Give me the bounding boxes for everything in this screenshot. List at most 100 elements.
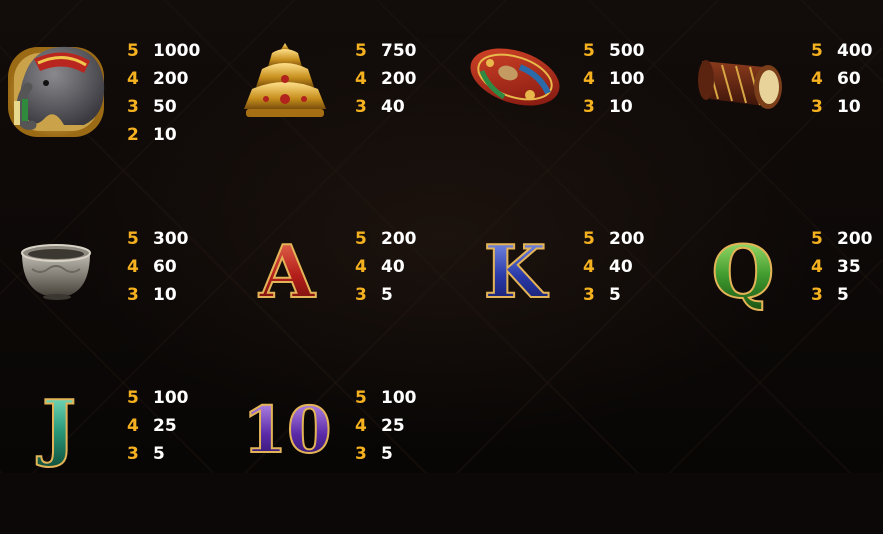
paytable-drum: 5 400 4 60 3 10	[811, 37, 873, 121]
symbol-cell-umbrella: 5 500 4 100 3 10	[456, 37, 676, 187]
match-count: 4	[811, 257, 823, 277]
payout-value: 750	[381, 41, 417, 61]
match-count: 3	[811, 97, 823, 117]
pay-row: 3 10	[583, 93, 645, 121]
payout-value: 60	[837, 69, 861, 89]
pay-row: 35	[127, 440, 189, 468]
payout-value: 50	[153, 97, 177, 117]
match-count: 4	[355, 69, 367, 89]
pay-row: 35	[811, 281, 873, 309]
golden-crown-icon	[232, 37, 338, 143]
pay-row: 5 400	[811, 37, 873, 65]
pay-row: 35	[583, 281, 645, 309]
pay-row: 5 1000	[127, 37, 200, 65]
payout-value: 5	[381, 444, 393, 464]
number-10-icon: 10	[232, 376, 338, 482]
letter-q-icon: Q	[688, 225, 794, 331]
payout-value: 200	[381, 229, 417, 249]
match-count: 3	[583, 285, 595, 305]
letter-k-icon: K	[460, 225, 566, 331]
payout-value: 35	[837, 257, 861, 277]
letter-a-icon: A	[232, 225, 338, 331]
pay-row: 4 40	[355, 253, 417, 281]
paytable-10: 5 100 4 25 35	[355, 384, 417, 468]
pay-row: 5 100	[127, 384, 189, 412]
match-count: 5	[355, 229, 367, 249]
match-count: 5	[127, 229, 139, 249]
match-count: 4	[583, 257, 595, 277]
paytable-a: 5 200 4 40 3 5	[355, 225, 417, 309]
letter-j-glyph: J	[36, 384, 76, 469]
letter-k-glyph: K	[484, 229, 549, 314]
paytable-elephant: 5 1000 4 200 3 50 2 10	[127, 37, 200, 149]
match-count: 5	[355, 41, 367, 61]
payout-value: 25	[153, 416, 177, 436]
match-count: 3	[127, 285, 139, 305]
silver-bowl-icon	[4, 225, 110, 331]
match-count: 3	[355, 285, 367, 305]
payout-value: 25	[381, 416, 405, 436]
payout-value: 5	[609, 285, 621, 305]
match-count: 4	[355, 416, 367, 436]
paytable-q: 5 200 4 35 35	[811, 225, 873, 309]
letter-q-glyph: Q	[712, 229, 775, 314]
symbol-cell-k: K 5 200 4 40 35	[456, 225, 676, 375]
paytable-crown: 5 750 4 200 3 40	[355, 37, 417, 121]
payout-value: 400	[837, 41, 873, 61]
match-count: 4	[583, 69, 595, 89]
match-count: 4	[127, 69, 139, 89]
pay-row: 2 10	[127, 121, 200, 149]
pay-row: 3 10	[811, 93, 873, 121]
pay-row: 5 200	[811, 225, 873, 253]
drum-icon	[688, 37, 794, 143]
painted-umbrella-icon	[460, 37, 566, 143]
pay-row: 5 500	[583, 37, 645, 65]
payout-value: 40	[381, 97, 405, 117]
match-count: 5	[355, 388, 367, 408]
match-count: 3	[355, 444, 367, 464]
pay-row: 4 25	[127, 412, 189, 440]
pay-row: 5 300	[127, 225, 189, 253]
pay-row: 4 60	[127, 253, 189, 281]
match-count: 3	[127, 444, 139, 464]
pay-row: 5 200	[355, 225, 417, 253]
paytable-j: 5 100 4 25 35	[127, 384, 189, 468]
payout-value: 200	[609, 229, 645, 249]
pay-row: 4 200	[127, 65, 200, 93]
match-count: 5	[127, 41, 139, 61]
paytable-bowl: 5 300 4 60 3 10	[127, 225, 189, 309]
pay-row: 5 750	[355, 37, 417, 65]
payout-value: 1000	[153, 41, 201, 61]
symbol-cell-crown: 5 750 4 200 3 40	[228, 37, 448, 187]
payout-value: 10	[609, 97, 633, 117]
match-count: 4	[127, 257, 139, 277]
match-count: 4	[811, 69, 823, 89]
pay-row: 35	[355, 440, 417, 468]
payout-value: 500	[609, 41, 645, 61]
pay-row: 4 200	[355, 65, 417, 93]
match-count: 3	[127, 97, 139, 117]
payout-value: 60	[153, 257, 177, 277]
paytable-k: 5 200 4 40 35	[583, 225, 645, 309]
payout-value: 40	[381, 257, 405, 277]
payout-value: 10	[153, 285, 177, 305]
payout-value: 100	[609, 69, 645, 89]
letter-j-icon: J	[4, 376, 110, 482]
symbol-cell-a: A 5 200 4 40 3 5	[228, 225, 448, 375]
match-count: 3	[811, 285, 823, 305]
pay-row: 5 100	[355, 384, 417, 412]
pay-row: 4 40	[583, 253, 645, 281]
match-count: 4	[127, 416, 139, 436]
pay-row: 3 40	[355, 93, 417, 121]
pay-row: 4 35	[811, 253, 873, 281]
pay-row: 5 200	[583, 225, 645, 253]
payout-value: 40	[609, 257, 633, 277]
match-count: 5	[127, 388, 139, 408]
pay-row: 4 60	[811, 65, 873, 93]
match-count: 5	[583, 41, 595, 61]
paytable-umbrella: 5 500 4 100 3 10	[583, 37, 645, 121]
match-count: 4	[355, 257, 367, 277]
letter-a-glyph: A	[258, 229, 316, 314]
match-count: 3	[583, 97, 595, 117]
symbol-cell-q: Q 5 200 4 35 35	[684, 225, 883, 375]
